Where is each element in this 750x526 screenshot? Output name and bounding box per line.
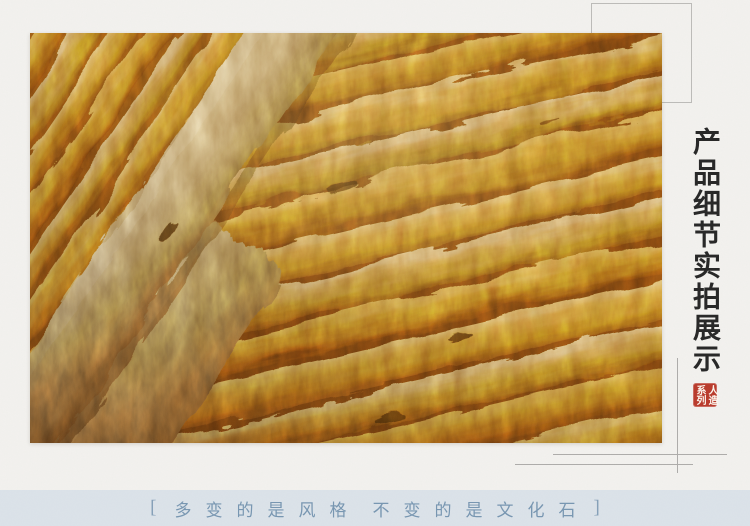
- product-photo: [0, 0, 750, 526]
- bracket-right: ]: [593, 497, 600, 518]
- bracket-left: [: [150, 497, 157, 518]
- page: 产品细节实拍展示 人造系列 [ 多变的是风格 不变的是文化石 ]: [0, 0, 750, 526]
- decor-horizontal-line-1: [553, 454, 727, 455]
- side-title: 产品细节实拍展示: [689, 127, 720, 375]
- slogan-part-2: 不变的是文化石: [372, 500, 590, 520]
- decor-vertical-line: [677, 358, 678, 473]
- stone-grain-dark: [30, 33, 662, 443]
- slogan-band: [ 多变的是风格 不变的是文化石 ]: [0, 490, 750, 526]
- series-seal: 人造系列: [693, 383, 717, 407]
- stone-texture-image: [0, 0, 750, 526]
- slogan-part-1: 多变的是风格: [174, 500, 361, 520]
- decor-horizontal-line-2: [515, 464, 693, 465]
